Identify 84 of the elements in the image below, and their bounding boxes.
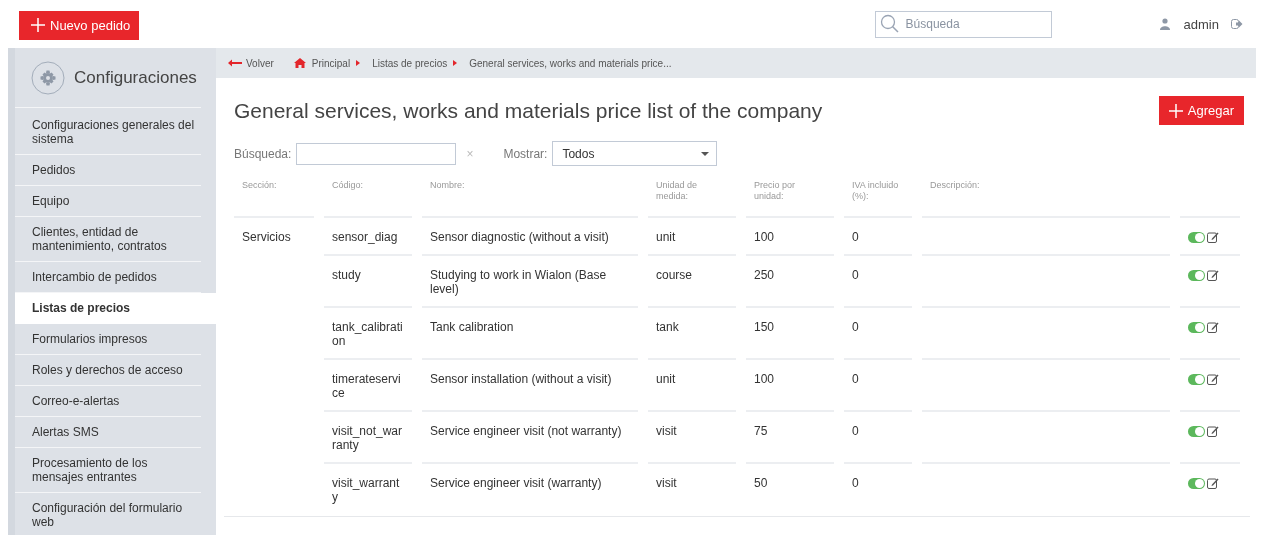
search-input[interactable] (296, 142, 457, 165)
caret-icon (453, 60, 458, 66)
add-button[interactable]: Agregar (1158, 96, 1244, 125)
edit-icon[interactable] (1207, 373, 1219, 385)
breadcrumb-link[interactable]: Principal (311, 57, 351, 69)
table-cell: 0 (852, 476, 859, 490)
edit-icon[interactable] (1207, 269, 1219, 281)
column-header: Sección: (242, 180, 277, 190)
table-cell: unit (656, 372, 676, 386)
table-cell: Tank calibration (430, 320, 514, 334)
sidebar-item[interactable]: Roles y derechos de acceso (15, 355, 201, 386)
toggle-switch[interactable] (1188, 426, 1205, 437)
table-cell: visit (656, 476, 677, 490)
home-icon (293, 58, 306, 68)
toggle-switch[interactable] (1188, 374, 1205, 385)
table-cell: Sensor installation (without a visit) (430, 372, 612, 386)
sidebar-item[interactable]: Pedidos (15, 155, 201, 186)
logout-icon[interactable] (1231, 19, 1243, 29)
table-cell: course (656, 268, 693, 282)
table-cell: Studying to work in Wialon (Base level) (430, 268, 607, 296)
column-header: IVA incluido (%): (852, 180, 899, 201)
plus-icon (31, 18, 45, 32)
edit-icon[interactable] (1207, 425, 1219, 437)
table-cell: 100 (754, 230, 775, 244)
toggle-switch[interactable] (1188, 478, 1205, 489)
table-cell: tank (656, 320, 679, 334)
column-header: Nombre: (430, 180, 465, 190)
breadcrumb-link[interactable]: Listas de precios (372, 57, 448, 69)
table-cell: 0 (852, 424, 859, 438)
column-header: Código: (332, 180, 364, 190)
sidebar-item[interactable]: Correo-e-alertas (15, 386, 201, 417)
column-header: Descripción: (930, 180, 980, 190)
table-cell: sensor_diag (332, 230, 398, 244)
table-cell: visit_not_warranty (332, 424, 403, 452)
user-name[interactable]: admin (1183, 16, 1219, 32)
table-cell: timerateservice (332, 372, 401, 400)
table-cell: 100 (754, 372, 775, 386)
sidebar-item[interactable]: Formularios impresos (15, 324, 201, 355)
table-cell: Sensor diagnostic (without a visit) (430, 230, 609, 244)
table-cell: Servicios (242, 230, 291, 244)
edit-icon[interactable] (1207, 321, 1219, 333)
sidebar-item[interactable]: Clientes, entidad de mantenimiento, contratos (15, 217, 201, 262)
search-label: Búsqueda: (234, 146, 292, 161)
column-header: Unidad de medida: (656, 180, 698, 201)
table-cell: 0 (852, 230, 859, 244)
toggle-switch[interactable] (1188, 322, 1205, 333)
edit-icon[interactable] (1207, 231, 1219, 243)
caret-icon (356, 60, 361, 66)
new-order-button[interactable]: Nuevo pedido (19, 10, 140, 40)
sidebar-item[interactable]: Configuraciones generales del sistema (15, 108, 201, 155)
column-header: Precio por unidad: (754, 180, 796, 201)
table-cell: visit (656, 424, 677, 438)
back-link[interactable]: Volver (228, 57, 274, 69)
gear-icon (31, 60, 65, 95)
sidebar-title: Configuraciones (74, 67, 197, 88)
table-cell: Service engineer visit (warranty) (430, 476, 602, 490)
plus-icon (1168, 103, 1183, 118)
sidebar-item[interactable]: Equipo (15, 186, 201, 217)
toggle-switch[interactable] (1188, 270, 1205, 281)
show-label: Mostrar: (503, 146, 548, 161)
table-cell: 250 (754, 268, 775, 282)
table-cell: 0 (852, 372, 859, 386)
edit-icon[interactable] (1207, 477, 1219, 489)
caret-icon (701, 151, 710, 156)
page-title: General services, works and materials price list of the company (234, 98, 823, 123)
table-cell: visit_warranty (332, 476, 400, 504)
sidebar-item[interactable]: Listas de precios (15, 293, 216, 324)
table-cell: study (332, 268, 361, 282)
table-cell: tank_calibration (332, 320, 403, 348)
table-cell: unit (656, 230, 676, 244)
table-cell: 50 (754, 476, 768, 490)
search-field[interactable]: Búsqueda (874, 10, 1052, 38)
table-cell: 0 (852, 268, 859, 282)
user-icon (1159, 18, 1170, 30)
table-cell: 75 (754, 424, 768, 438)
toggle-switch[interactable] (1188, 232, 1205, 243)
table-cell: Service engineer visit (not warranty) (430, 424, 622, 438)
sidebar-item[interactable]: Alertas SMS (15, 417, 201, 448)
arrow-left-icon (228, 59, 242, 67)
sidebar-item[interactable]: Procesamiento de los mensajes entrantes (15, 448, 201, 493)
table-cell: 0 (852, 320, 859, 334)
sidebar-item[interactable]: Configuración del formulario web (15, 493, 201, 535)
show-dropdown[interactable]: Todos (552, 141, 718, 166)
table-cell: 150 (754, 320, 775, 334)
